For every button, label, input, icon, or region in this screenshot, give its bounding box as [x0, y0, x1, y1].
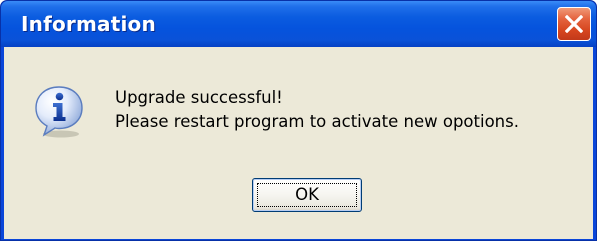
ok-button-label: OK	[295, 185, 319, 204]
dialog-title: Information	[21, 12, 156, 36]
close-icon	[565, 15, 583, 33]
close-button[interactable]	[557, 7, 591, 41]
title-bar[interactable]: Information	[1, 1, 596, 47]
message-line-1: Upgrade successful!	[115, 88, 283, 107]
information-dialog: Information Upgrade successful! Please r…	[0, 0, 597, 241]
dialog-body: Upgrade successful! Please restart progr…	[4, 47, 593, 239]
ok-button[interactable]: OK	[252, 178, 362, 212]
information-icon	[35, 86, 83, 138]
message-line-2: Please restart program to activate new o…	[115, 112, 519, 131]
